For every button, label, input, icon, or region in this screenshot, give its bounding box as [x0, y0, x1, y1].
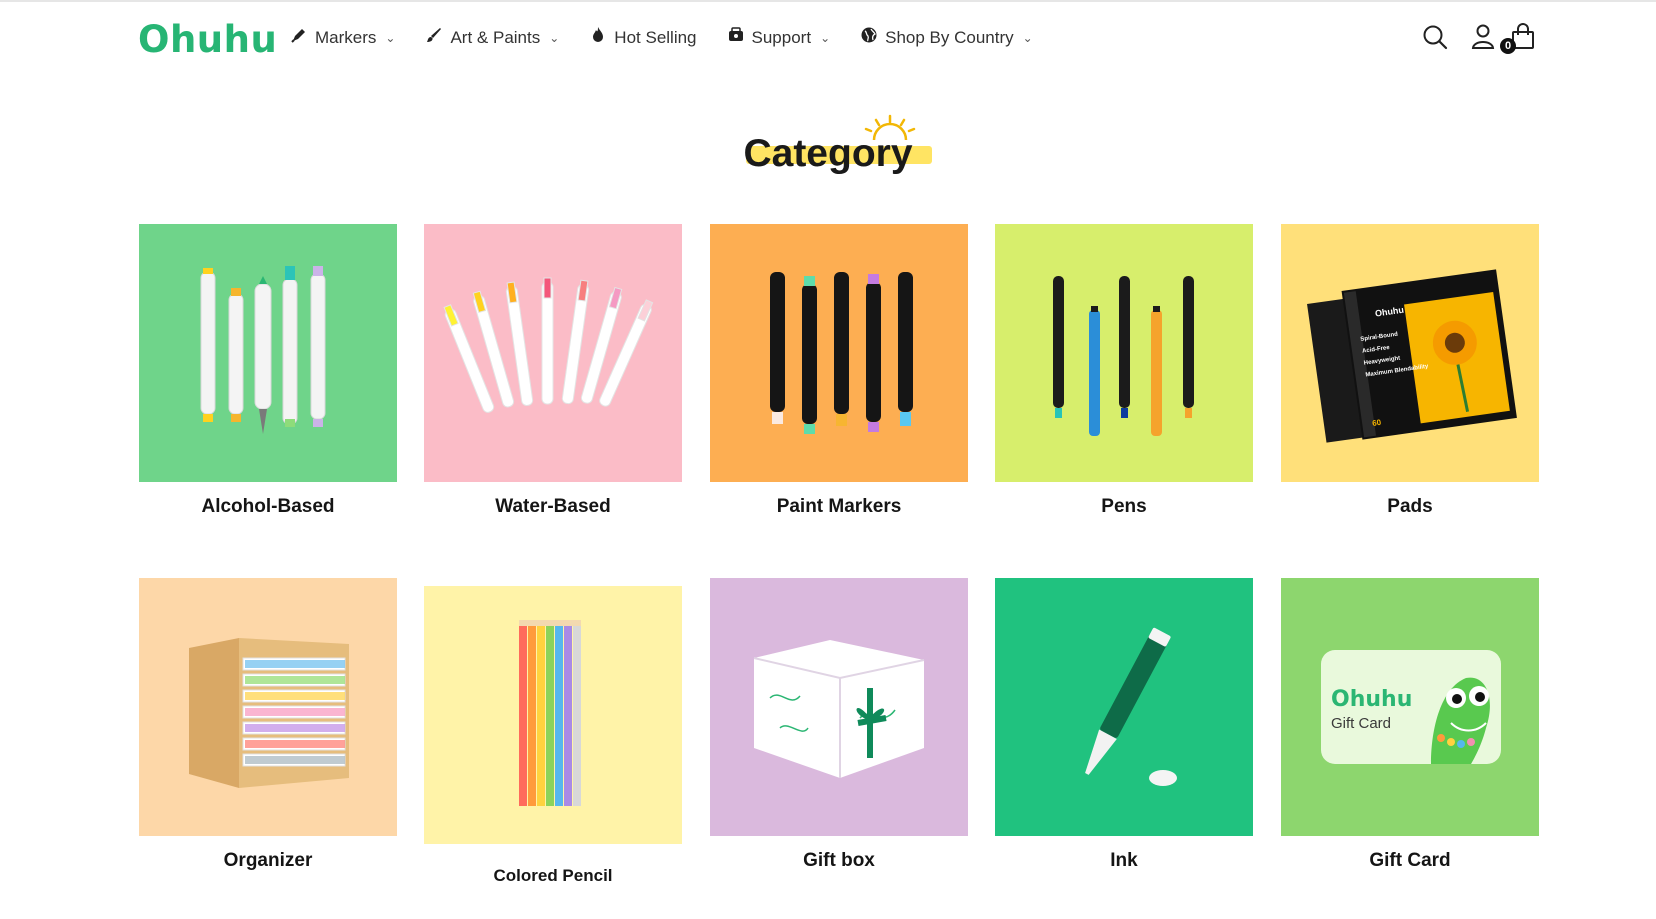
chevron-down-icon: ⌄	[549, 30, 560, 45]
category-card-ink[interactable]: Ink	[995, 578, 1253, 871]
chevron-down-icon: ⌄	[1022, 30, 1033, 45]
page-title: Category	[743, 132, 913, 175]
nav-item-label: Art & Paints	[450, 27, 541, 47]
category-image	[424, 224, 682, 482]
category-image: Ohuhu Spiral-Bound Acid-Free Heavyweight…	[1281, 224, 1539, 482]
category-label: Gift Card	[1369, 850, 1451, 871]
search-icon[interactable]	[1420, 22, 1450, 52]
category-card-water-based[interactable]: Water-Based	[424, 224, 682, 517]
category-image: Ohuhu Gift Card	[1281, 578, 1539, 836]
category-card-pens[interactable]: Pens	[995, 224, 1253, 517]
nav-item-label: Hot Selling	[614, 27, 697, 47]
nav-item-label: Markers	[315, 27, 377, 47]
category-label: Water-Based	[495, 496, 611, 517]
category-label: Ink	[1110, 850, 1138, 871]
nav-item-shop-by-country[interactable]: Shop By Country ⌄	[860, 26, 1033, 49]
gift-card-logo: Ohuhu	[1331, 687, 1412, 712]
category-label: Pads	[1387, 496, 1433, 517]
nav-item-label: Shop By Country	[885, 27, 1014, 47]
category-image	[424, 586, 682, 844]
flame-icon	[589, 26, 607, 49]
brand-logo[interactable]: Ohuhu	[138, 18, 277, 61]
category-card-colored-pencil[interactable]: Colored Pencil	[424, 586, 682, 885]
category-image	[995, 224, 1253, 482]
brush-icon	[425, 26, 443, 49]
category-image	[710, 578, 968, 836]
category-image	[139, 224, 397, 482]
nav-item-label: Support	[751, 27, 812, 47]
category-card-gift-box[interactable]: Gift box	[710, 578, 968, 871]
category-card-paint-markers[interactable]: Paint Markers	[710, 224, 968, 517]
category-image	[139, 578, 397, 836]
category-image	[710, 224, 968, 482]
category-card-pads[interactable]: Ohuhu Spiral-Bound Acid-Free Heavyweight…	[1281, 224, 1539, 517]
category-card-organizer[interactable]: Organizer	[139, 578, 397, 871]
category-image	[995, 578, 1253, 836]
category-label: Pens	[1101, 496, 1147, 517]
nav-item-markers[interactable]: Markers ⌄	[290, 26, 395, 49]
globe-icon	[860, 26, 878, 49]
category-label: Organizer	[223, 850, 313, 871]
user-icon[interactable]	[1468, 22, 1498, 52]
marker-icon	[290, 26, 308, 49]
nav-item-art-paints[interactable]: Art & Paints ⌄	[425, 26, 559, 49]
section-heading: Category	[700, 110, 956, 190]
category-label: Colored Pencil	[493, 866, 613, 885]
bag-icon[interactable]: 0	[1500, 22, 1538, 54]
support-icon	[727, 26, 745, 49]
category-card-gift-card[interactable]: Ohuhu Gift Card Gift Card	[1281, 578, 1539, 871]
category-label: Paint Markers	[776, 496, 902, 517]
gift-card-text: Gift Card	[1331, 715, 1391, 732]
category-card-alcohol-based[interactable]: Alcohol-Based	[139, 224, 397, 517]
nav-item-hot-selling[interactable]: Hot Selling	[589, 26, 697, 49]
main-nav: Markers ⌄ Art & Paints ⌄ Hot Selling Sup…	[290, 26, 1033, 49]
category-label: Gift box	[803, 850, 875, 871]
category-label: Alcohol-Based	[201, 496, 335, 517]
site-header: Ohuhu Markers ⌄ Art & Paints ⌄ Hot Selli…	[0, 2, 1656, 74]
pads-cover-sheets: 60	[1372, 418, 1383, 428]
chevron-down-icon: ⌄	[385, 30, 396, 45]
chevron-down-icon: ⌄	[820, 30, 831, 45]
cart-count-badge: 0	[1500, 38, 1516, 54]
nav-item-support[interactable]: Support ⌄	[727, 26, 831, 49]
